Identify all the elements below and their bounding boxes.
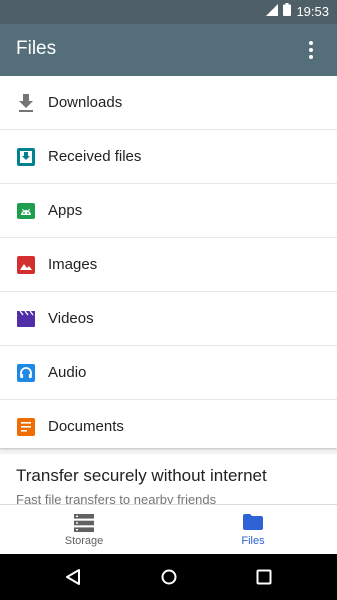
category-received-files[interactable]: Received files	[0, 130, 337, 184]
status-icons: 19:53	[266, 3, 329, 21]
headphones-icon	[16, 363, 36, 383]
status-bar: 19:53	[0, 0, 337, 24]
android-icon	[16, 201, 36, 221]
category-list: Downloads Received files Apps Images Vid…	[0, 76, 337, 448]
video-icon	[16, 309, 36, 329]
image-icon	[16, 255, 36, 275]
nav-label-storage: Storage	[64, 535, 104, 547]
category-apps[interactable]: Apps	[0, 184, 337, 238]
category-label: Apps	[48, 202, 83, 219]
app-bar: Files	[0, 24, 337, 76]
category-label: Images	[48, 256, 98, 273]
download-icon	[16, 93, 36, 113]
more-vert-icon[interactable]	[299, 38, 323, 62]
nav-tab-files[interactable]: Files	[169, 505, 337, 555]
battery-icon	[283, 3, 292, 21]
recents-icon[interactable]	[254, 567, 274, 587]
nav-label-files: Files	[241, 535, 265, 547]
category-label: Videos	[48, 310, 94, 327]
bottom-navigation: Storage Files	[0, 504, 337, 554]
category-documents[interactable]: Documents	[0, 400, 337, 453]
category-videos[interactable]: Videos	[0, 292, 337, 346]
back-icon[interactable]	[64, 567, 84, 587]
document-icon	[16, 417, 36, 437]
app-title: Files	[16, 38, 57, 59]
home-icon[interactable]	[159, 567, 179, 587]
status-time: 19:53	[296, 4, 329, 19]
promo-title: Transfer securely without internet	[16, 466, 267, 485]
category-label: Received files	[48, 148, 142, 165]
nav-tab-storage[interactable]: Storage	[0, 505, 168, 555]
system-navigation-bar	[0, 554, 337, 600]
category-label: Downloads	[48, 94, 123, 111]
signal-icon	[266, 3, 279, 21]
folder-icon	[243, 514, 263, 532]
storage-icon	[74, 514, 94, 532]
category-label: Audio	[48, 364, 87, 381]
category-images[interactable]: Images	[0, 238, 337, 292]
received-files-icon	[16, 147, 36, 167]
transfer-promo-card[interactable]: Transfer securely without internet Fast …	[0, 454, 337, 504]
category-downloads[interactable]: Downloads	[0, 76, 337, 130]
promo-subtitle: Fast file transfers to nearby friends	[16, 492, 217, 504]
category-audio[interactable]: Audio	[0, 346, 337, 400]
category-label: Documents	[48, 418, 124, 435]
